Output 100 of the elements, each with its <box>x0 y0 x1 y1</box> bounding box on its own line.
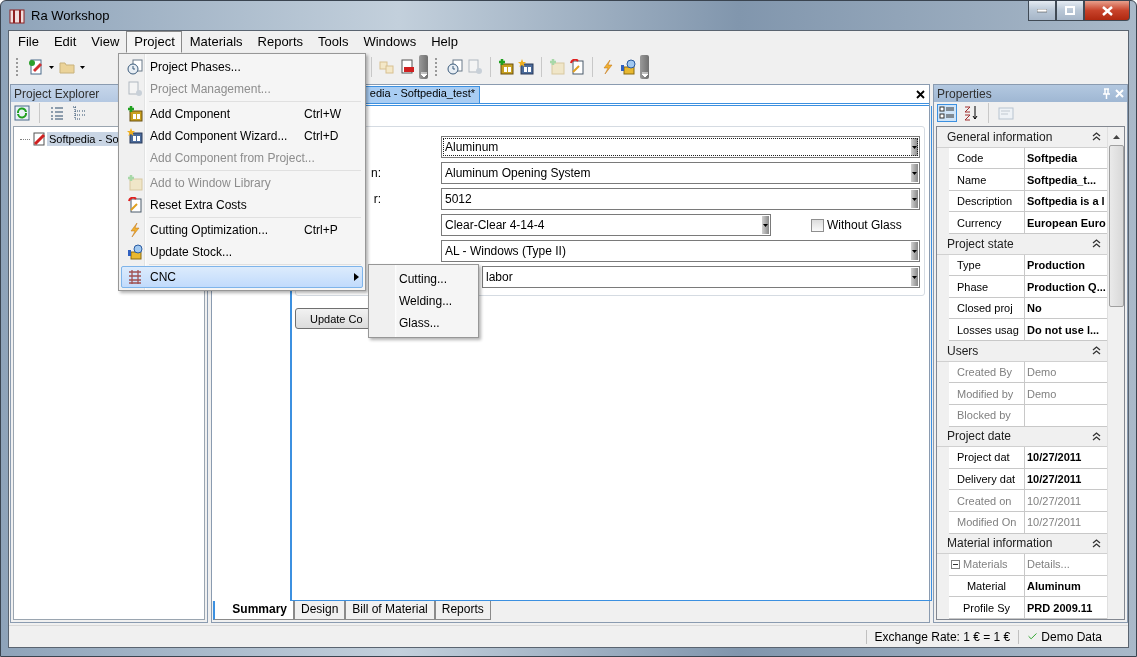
without-glass-checkbox[interactable]: Without Glass <box>811 218 902 232</box>
menu-item[interactable]: Materials <box>181 31 250 53</box>
refresh-icon[interactable] <box>14 105 30 121</box>
menu-item[interactable]: Cutting Optimization... Ctrl+P <box>121 219 363 241</box>
tree-item[interactable]: Softpedia - So <box>47 132 121 146</box>
add-frame-icon[interactable] <box>498 59 514 75</box>
add-frame-icon[interactable] <box>127 106 143 122</box>
close-icon[interactable] <box>916 89 925 99</box>
field-label: r: <box>372 192 381 206</box>
menu-item[interactable]: Reports <box>249 31 311 53</box>
menu-item[interactable]: Windows <box>355 31 424 53</box>
maximize-button[interactable] <box>1056 1 1084 21</box>
menu-item[interactable]: Welding... <box>371 290 476 312</box>
menu-item[interactable]: Update Stock... <box>121 241 363 263</box>
property-name: Currency <box>949 212 1025 234</box>
collapse-icon[interactable] <box>1092 346 1101 356</box>
menu-item[interactable]: Help <box>423 31 465 53</box>
property-name: Delivery dat <box>949 468 1025 490</box>
menu-item[interactable]: View <box>83 31 127 53</box>
property-value: Softpedia_t... <box>1026 172 1097 188</box>
property-value: No <box>1026 301 1042 317</box>
view-tab[interactable]: Design <box>294 601 346 620</box>
star-frame-icon[interactable] <box>518 59 534 75</box>
menu-item[interactable]: Cutting... <box>371 268 476 290</box>
printer-icon[interactable] <box>399 59 415 75</box>
reset-document-icon[interactable] <box>569 59 585 75</box>
property-name: Created By <box>949 361 1025 383</box>
data-mode: Demo Data <box>1018 629 1110 644</box>
clock-icon[interactable] <box>447 59 463 75</box>
project-icon <box>31 131 47 147</box>
dropdown-field[interactable]: AL - Windows (Type II) <box>441 240 920 262</box>
dropdown-field[interactable]: Clear-Clear 4-14-4 <box>441 214 771 236</box>
exchange-rate: Exchange Rate: 1 € = 1 € <box>865 629 1019 644</box>
menu-item[interactable]: Glass... <box>371 312 476 334</box>
document-icon[interactable] <box>28 59 44 75</box>
boxes-icon[interactable] <box>620 59 636 75</box>
property-name: Modified by <box>949 383 1025 404</box>
boxes-icon[interactable] <box>127 244 143 260</box>
reset-document-icon[interactable] <box>127 197 143 213</box>
dropdown-arrow-icon <box>912 197 917 201</box>
property-name: Project dat <box>949 447 1025 468</box>
scroll-up-icon[interactable] <box>1112 133 1120 141</box>
property-name: Blocked by <box>949 404 1025 426</box>
dropdown-arrow-icon <box>912 275 917 279</box>
section-title: General information <box>947 129 1054 144</box>
section-title: Project date <box>947 429 1013 444</box>
view-tab[interactable]: Summary <box>213 601 294 620</box>
property-value: Production Q... <box>1026 279 1106 295</box>
menu-item[interactable]: File <box>10 31 46 53</box>
minimize-icon <box>1037 8 1047 13</box>
dropdown-field[interactable]: 5012 <box>441 188 920 210</box>
dropdown-field[interactable]: Aluminum Opening System <box>441 162 920 184</box>
property-value: European Euro <box>1026 215 1106 231</box>
sort-icon[interactable] <box>963 105 979 121</box>
property-value: 10/27/2011 <box>1026 450 1082 466</box>
close-icon <box>1101 5 1113 16</box>
collapse-icon[interactable] <box>1092 239 1101 249</box>
clock-icon[interactable] <box>127 59 143 75</box>
property-value: Demo <box>1026 365 1057 380</box>
scrollbar[interactable] <box>1107 127 1124 619</box>
collapse-icon[interactable] <box>1092 538 1101 548</box>
property-value: Production <box>1026 258 1086 273</box>
dropdown-arrow-icon <box>912 171 917 175</box>
window-title: Ra Workshop <box>31 8 110 23</box>
collapse-icon[interactable] <box>951 560 960 569</box>
property-value: 10/27/2011 <box>1026 493 1082 509</box>
section-title: Users <box>947 343 980 358</box>
menu-item[interactable]: Project <box>126 31 182 53</box>
menu-item[interactable]: Project Phases... <box>121 56 363 78</box>
view-tab[interactable]: Reports <box>434 601 491 620</box>
panel-title: Properties <box>937 86 992 101</box>
menu-item[interactable]: Add Component Wizard... Ctrl+D <box>121 125 363 147</box>
menu-item[interactable]: CNC <box>121 266 363 288</box>
minimize-button[interactable] <box>1028 1 1056 21</box>
chevron-icon <box>641 72 648 77</box>
property-value: Softpedia is a l <box>1026 194 1105 210</box>
categorized-icon[interactable] <box>937 104 957 122</box>
toolbar-overflow-button[interactable] <box>419 55 428 79</box>
collapse-icon[interactable] <box>1092 132 1101 142</box>
menu-item[interactable]: Reset Extra Costs <box>121 194 363 216</box>
toolbar-overflow-button[interactable] <box>640 55 649 79</box>
star-frame-icon[interactable] <box>127 128 143 144</box>
dropdown-field[interactable]: Aluminum <box>441 136 920 158</box>
menu-item[interactable]: Tools <box>310 31 356 53</box>
property-value: PRD 2009.11 <box>1026 600 1093 616</box>
property-value: Details... <box>1026 557 1070 573</box>
dropdown-field[interactable]: labor <box>482 266 920 288</box>
panel-title: Project Explorer <box>14 86 100 101</box>
property-name: Profile Sy <box>949 597 1025 618</box>
maximize-icon <box>1065 6 1075 15</box>
dropdown-arrow-icon <box>912 145 917 149</box>
property-value: Demo <box>1026 386 1057 402</box>
menu-item[interactable]: Edit <box>45 31 84 53</box>
close-button[interactable] <box>1084 1 1130 21</box>
menu-item[interactable]: Add Cmponent Ctrl+W <box>121 103 363 125</box>
property-name: Closed proj <box>949 297 1025 319</box>
field-label: n: <box>370 166 381 180</box>
view-tab[interactable]: Bill of Material <box>345 601 435 620</box>
collapse-icon[interactable] <box>1092 431 1101 441</box>
property-name: Materials <box>963 558 1008 571</box>
